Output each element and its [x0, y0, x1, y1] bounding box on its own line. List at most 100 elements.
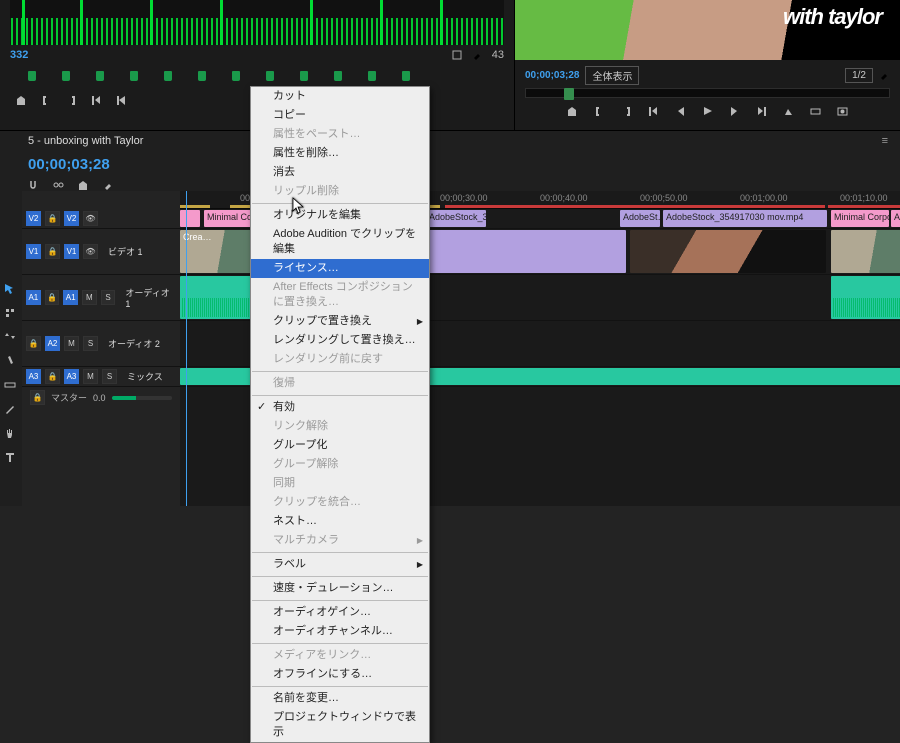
ctx--[interactable]: オーディオチャンネル… — [251, 622, 429, 641]
marker-icon[interactable] — [78, 180, 89, 191]
lock-icon[interactable]: 🔒 — [45, 290, 60, 305]
clip-corp-a[interactable] — [180, 210, 200, 227]
lock-icon[interactable]: 🔒 — [45, 244, 60, 259]
v1-source-patch[interactable]: V1 — [26, 244, 41, 259]
extract-icon[interactable] — [810, 106, 821, 117]
ctx--[interactable]: 速度・デュレーション… — [251, 579, 429, 598]
a3-track-header[interactable]: A3 🔒 A3 M S ミックス — [22, 367, 180, 387]
clip-stock-small[interactable]: AdobeStock_35491… — [426, 210, 486, 227]
lock-icon[interactable]: 🔒 — [26, 336, 41, 351]
mute-icon[interactable]: M — [83, 369, 98, 384]
ctx-Adobe-Audition-[interactable]: Adobe Audition でクリップを編集 — [251, 225, 429, 259]
master-value[interactable]: 0.0 — [93, 393, 106, 403]
play-icon[interactable] — [702, 106, 713, 117]
clip-thumb-c[interactable] — [831, 230, 900, 273]
eye-icon[interactable]: 👁 — [83, 244, 98, 259]
out-bracket-icon[interactable] — [621, 106, 632, 117]
wrench-icon[interactable] — [472, 50, 482, 60]
in-bracket-icon[interactable] — [594, 106, 605, 117]
settings-icon[interactable] — [103, 180, 114, 191]
sequence-title[interactable]: 5 - unboxing with Taylor — [28, 135, 143, 147]
eye-icon[interactable]: 👁 — [83, 211, 98, 226]
lock-icon[interactable]: 🔒 — [30, 390, 45, 405]
a3-target[interactable]: A3 — [64, 369, 79, 384]
clip-corp2[interactable]: Minimal Corpo… — [831, 210, 889, 227]
lock-icon[interactable]: 🔒 — [45, 369, 60, 384]
ctx--[interactable]: オーディオゲイン… — [251, 603, 429, 622]
timeline-playhead-tc[interactable]: 00;00;03;28 — [28, 156, 110, 173]
hand-tool-icon[interactable] — [4, 427, 16, 439]
ctx--[interactable]: ラベル — [251, 555, 429, 574]
ctx--[interactable]: オリジナルを編集 — [251, 206, 429, 225]
clip-thumb-b[interactable] — [630, 230, 826, 273]
playhead-line[interactable] — [186, 191, 187, 506]
a1-clip-b[interactable] — [831, 276, 900, 319]
wrench-icon[interactable] — [879, 70, 890, 81]
panel-menu-icon[interactable]: ≡ — [882, 135, 888, 147]
out-bracket-icon[interactable] — [66, 95, 77, 106]
snap-icon[interactable] — [28, 180, 39, 191]
clip-ado[interactable]: Ado… — [891, 210, 900, 227]
go-end-icon[interactable] — [756, 106, 767, 117]
ctx--[interactable]: ✓有効 — [251, 398, 429, 417]
marker-add-icon[interactable] — [567, 106, 578, 117]
ctx--[interactable]: コピー — [251, 106, 429, 125]
mute-icon[interactable]: M — [82, 290, 97, 305]
v1-target[interactable]: V1 — [64, 244, 79, 259]
ctx--[interactable]: ネスト… — [251, 512, 429, 531]
linked-sel-icon[interactable] — [53, 180, 64, 191]
monitor-fit-dropdown[interactable]: 全体表示 — [585, 66, 639, 85]
source-waveform[interactable] — [10, 0, 504, 45]
ctx--[interactable]: ライセンス… — [251, 259, 429, 278]
pen-tool-icon[interactable] — [4, 403, 16, 415]
go-start-icon[interactable] — [648, 106, 659, 117]
a2-track-header[interactable]: 🔒 A2 M S オーディオ 2 — [22, 321, 180, 367]
ctx--[interactable]: 属性を削除… — [251, 144, 429, 163]
monitor-timecode[interactable]: 00;00;03;28 — [525, 70, 579, 81]
a1-track-header[interactable]: A1 🔒 A1 M S オーディオ 1 — [22, 275, 180, 321]
step-fwd-icon[interactable] — [729, 106, 740, 117]
clip-stock-mov[interactable]: AdobeStock_354917030 mov.mp4 — [663, 210, 827, 227]
v1-track-header[interactable]: V1 🔒 V1 👁 ビデオ 1 — [22, 229, 180, 275]
source-inpoint[interactable]: 332 — [10, 49, 28, 61]
export-frame-icon[interactable] — [837, 106, 848, 117]
solo-icon[interactable]: S — [102, 369, 117, 384]
a3-source-patch[interactable]: A3 — [26, 369, 41, 384]
in-bracket-icon[interactable] — [41, 95, 52, 106]
solo-icon[interactable]: S — [101, 290, 116, 305]
ripple-tool-icon[interactable] — [4, 331, 16, 343]
clip-context-menu[interactable]: カットコピー属性をペースト…属性を削除…消去リップル削除オリジナルを編集Adob… — [250, 86, 430, 743]
clip-adobest[interactable]: AdobeSt… — [620, 210, 660, 227]
source-markers[interactable] — [10, 71, 504, 83]
ctx--[interactable]: クリップで置き換え — [251, 312, 429, 331]
monitor-mini-timeline[interactable] — [525, 88, 890, 98]
selection-tool-icon[interactable] — [4, 283, 16, 295]
v2-source-patch[interactable]: V2 — [26, 211, 41, 226]
ctx--[interactable]: オフラインにする… — [251, 665, 429, 684]
step-back-icon[interactable] — [675, 106, 686, 117]
a1-target[interactable]: A1 — [63, 290, 78, 305]
v2-track-header[interactable]: V2 🔒 V2 👁 — [22, 209, 180, 229]
track-select-icon[interactable] — [4, 307, 16, 319]
a2-target[interactable]: A2 — [45, 336, 60, 351]
step-back-icon[interactable] — [116, 95, 127, 106]
ctx--[interactable]: プロジェクトウィンドウで表示 — [251, 708, 429, 742]
type-tool-icon[interactable] — [4, 451, 16, 463]
slip-tool-icon[interactable] — [4, 379, 16, 391]
ctx--[interactable]: 名前を変更… — [251, 689, 429, 708]
marker-add-icon[interactable] — [16, 95, 27, 106]
go-in-icon[interactable] — [91, 95, 102, 106]
monitor-playhead[interactable] — [564, 88, 574, 100]
lock-icon[interactable]: 🔒 — [45, 211, 60, 226]
ctx--[interactable]: 消去 — [251, 163, 429, 182]
mute-icon[interactable]: M — [64, 336, 79, 351]
solo-icon[interactable]: S — [83, 336, 98, 351]
ctx--[interactable]: カット — [251, 87, 429, 106]
monitor-frame[interactable]: with taylor — [515, 0, 900, 60]
master-track[interactable]: 🔒 マスター 0.0 — [22, 387, 180, 408]
v2-target[interactable]: V2 — [64, 211, 79, 226]
razor-tool-icon[interactable] — [4, 355, 16, 367]
ctx--[interactable]: レンダリングして置き換え… — [251, 331, 429, 350]
lift-icon[interactable] — [783, 106, 794, 117]
monitor-zoom-dropdown[interactable]: 1/2 — [845, 68, 873, 83]
